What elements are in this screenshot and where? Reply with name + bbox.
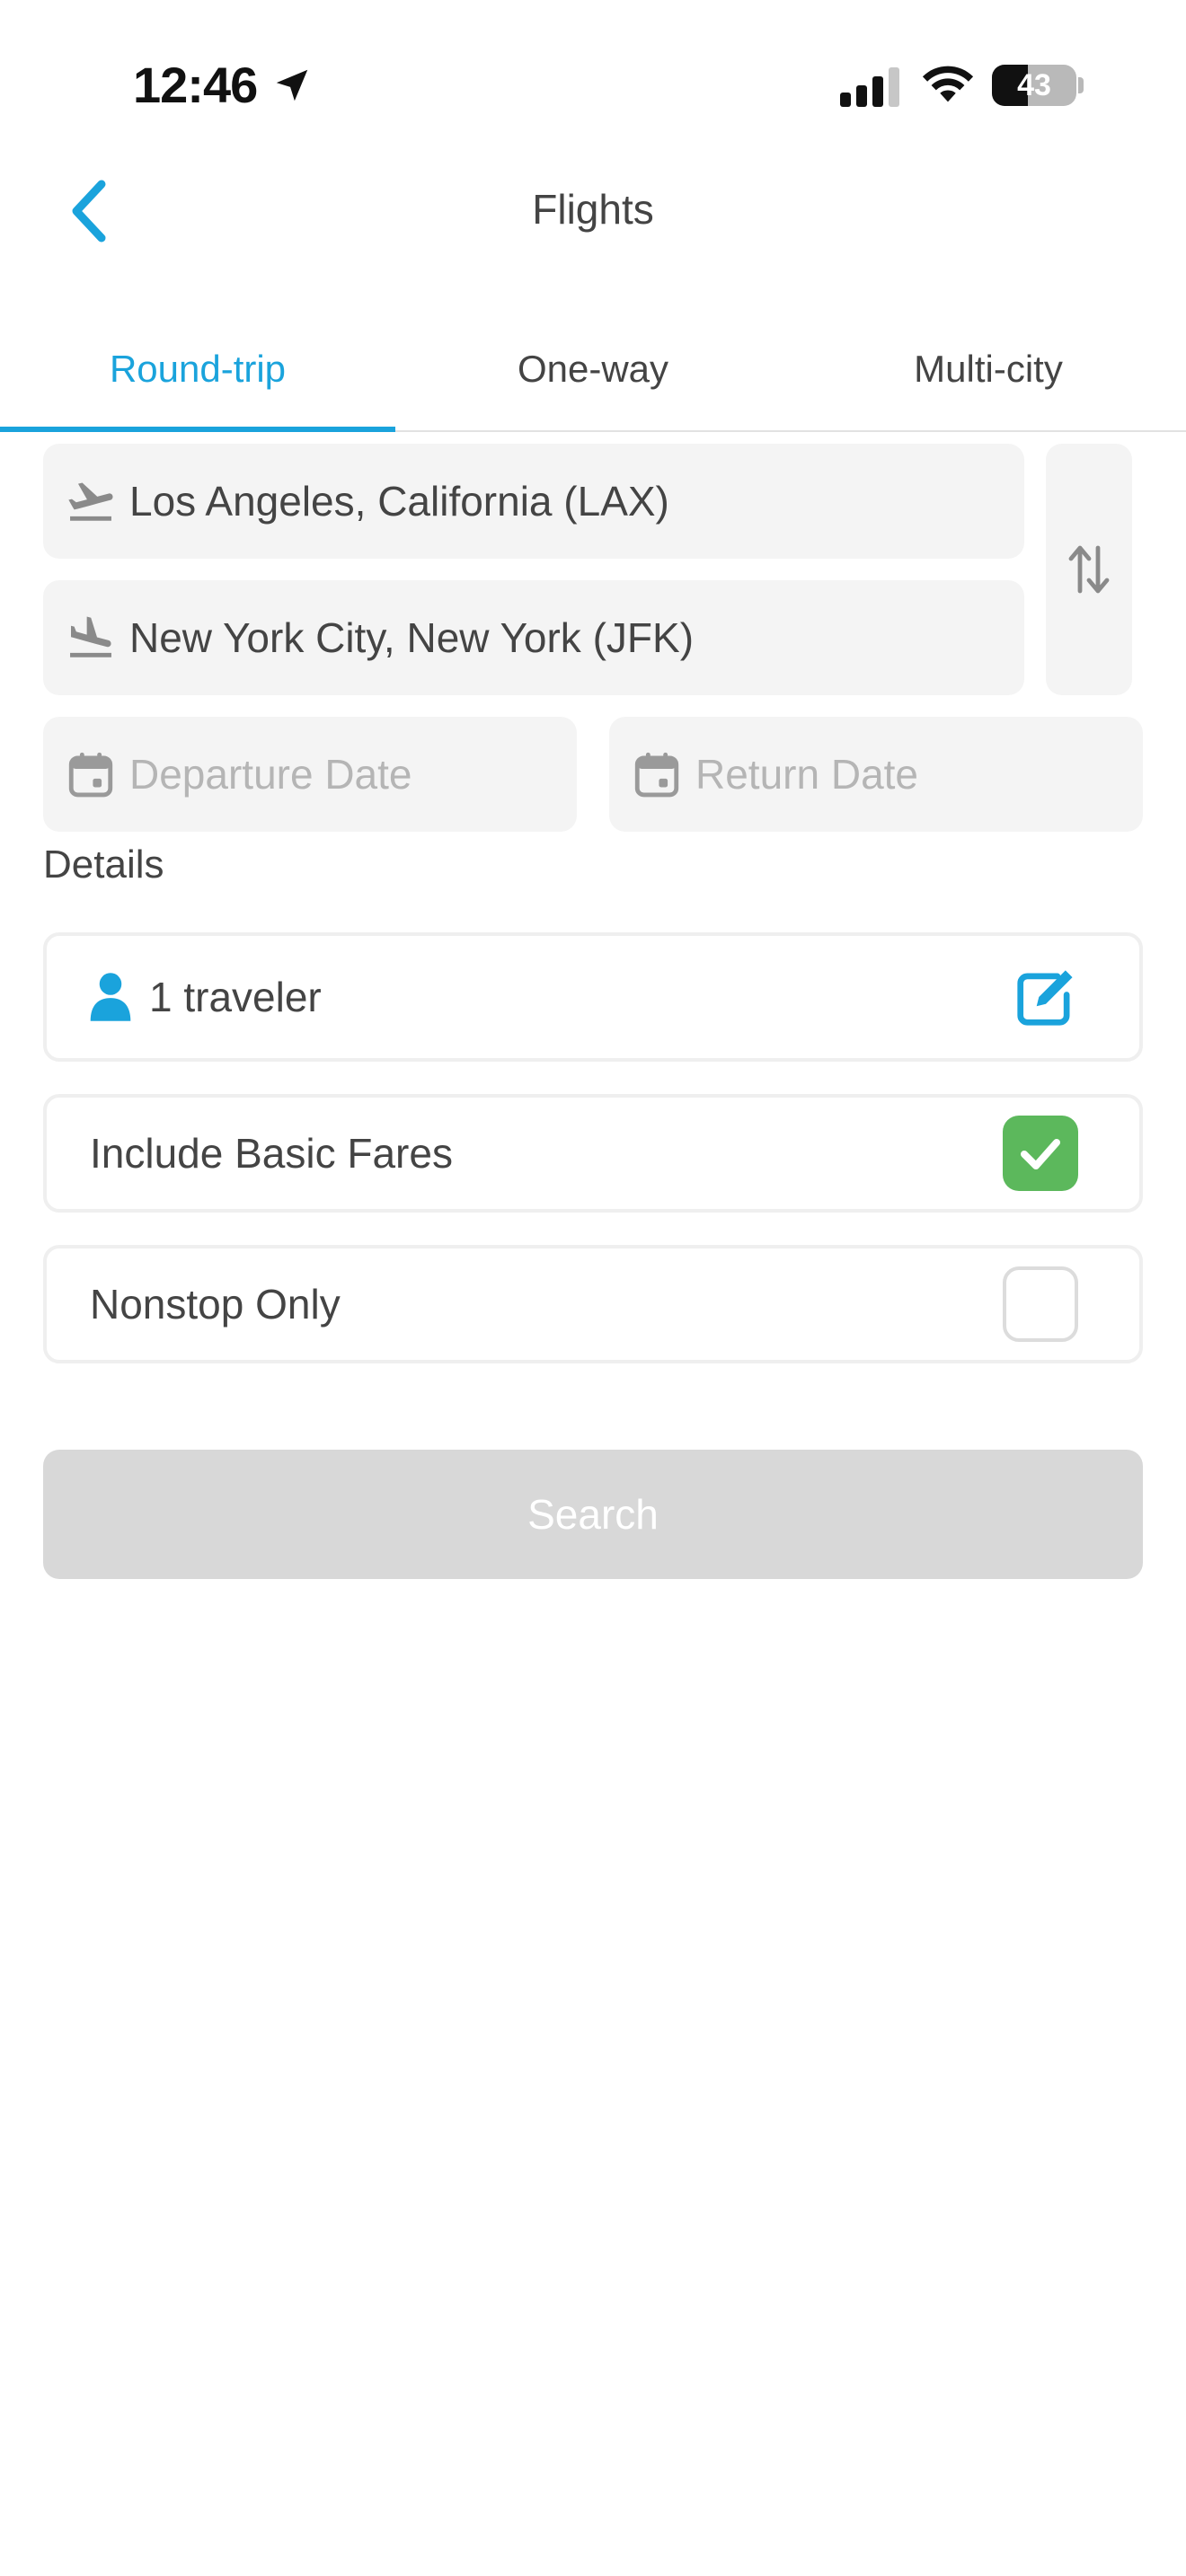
nonstop-only-row[interactable]: Nonstop Only [43,1245,1143,1363]
calendar-icon [68,752,113,798]
status-bar: 12:46 43 [0,0,1186,171]
nonstop-only-label: Nonstop Only [90,1281,341,1328]
departure-date-field[interactable]: Departure Date [43,717,577,832]
tab-round-trip[interactable]: Round-trip [0,328,395,432]
location-arrow-icon [276,69,308,101]
travelers-row[interactable]: 1 traveler [43,932,1143,1062]
trip-type-tabs: Round-trip One-way Multi-city [0,328,1186,432]
departure-date-placeholder: Departure Date [129,751,412,798]
plane-landing-icon [70,616,111,657]
return-date-placeholder: Return Date [695,751,919,798]
return-date-field[interactable]: Return Date [609,717,1143,832]
tab-one-way[interactable]: One-way [395,328,791,430]
swap-arrows-icon [1068,545,1110,594]
status-time: 12:46 [133,57,258,113]
wifi-icon [922,66,974,102]
battery-cap [1078,77,1084,93]
destination-value: New York City, New York (JFK) [129,614,695,661]
destination-field[interactable]: New York City, New York (JFK) [43,580,1024,695]
checkmark-icon [1021,1139,1060,1169]
flights-screen: 12:46 43 Flights Round-trip One-way Mult… [0,0,1186,2576]
plane-takeoff-icon [68,482,113,521]
origin-field[interactable]: Los Angeles, California (LAX) [43,444,1024,559]
cellular-signal-icon [840,67,899,107]
header: Flights [0,171,1186,296]
include-basic-fares-row[interactable]: Include Basic Fares [43,1094,1143,1213]
battery-icon: 43 [992,65,1076,106]
origin-value: Los Angeles, California (LAX) [129,478,669,525]
tab-multi-city[interactable]: Multi-city [791,328,1186,430]
calendar-icon [634,752,679,798]
nonstop-only-checkbox[interactable] [1003,1266,1078,1342]
edit-icon[interactable] [1013,965,1078,1029]
battery-level: 43 [1017,68,1051,102]
search-button[interactable]: Search [43,1450,1143,1579]
include-basic-fares-checkbox[interactable] [1003,1116,1078,1191]
travelers-value: 1 traveler [149,974,322,1020]
person-icon [90,973,131,1021]
include-basic-fares-label: Include Basic Fares [90,1130,453,1177]
swap-button[interactable] [1046,444,1132,695]
details-heading: Details [43,842,164,887]
page-title: Flights [532,186,654,233]
